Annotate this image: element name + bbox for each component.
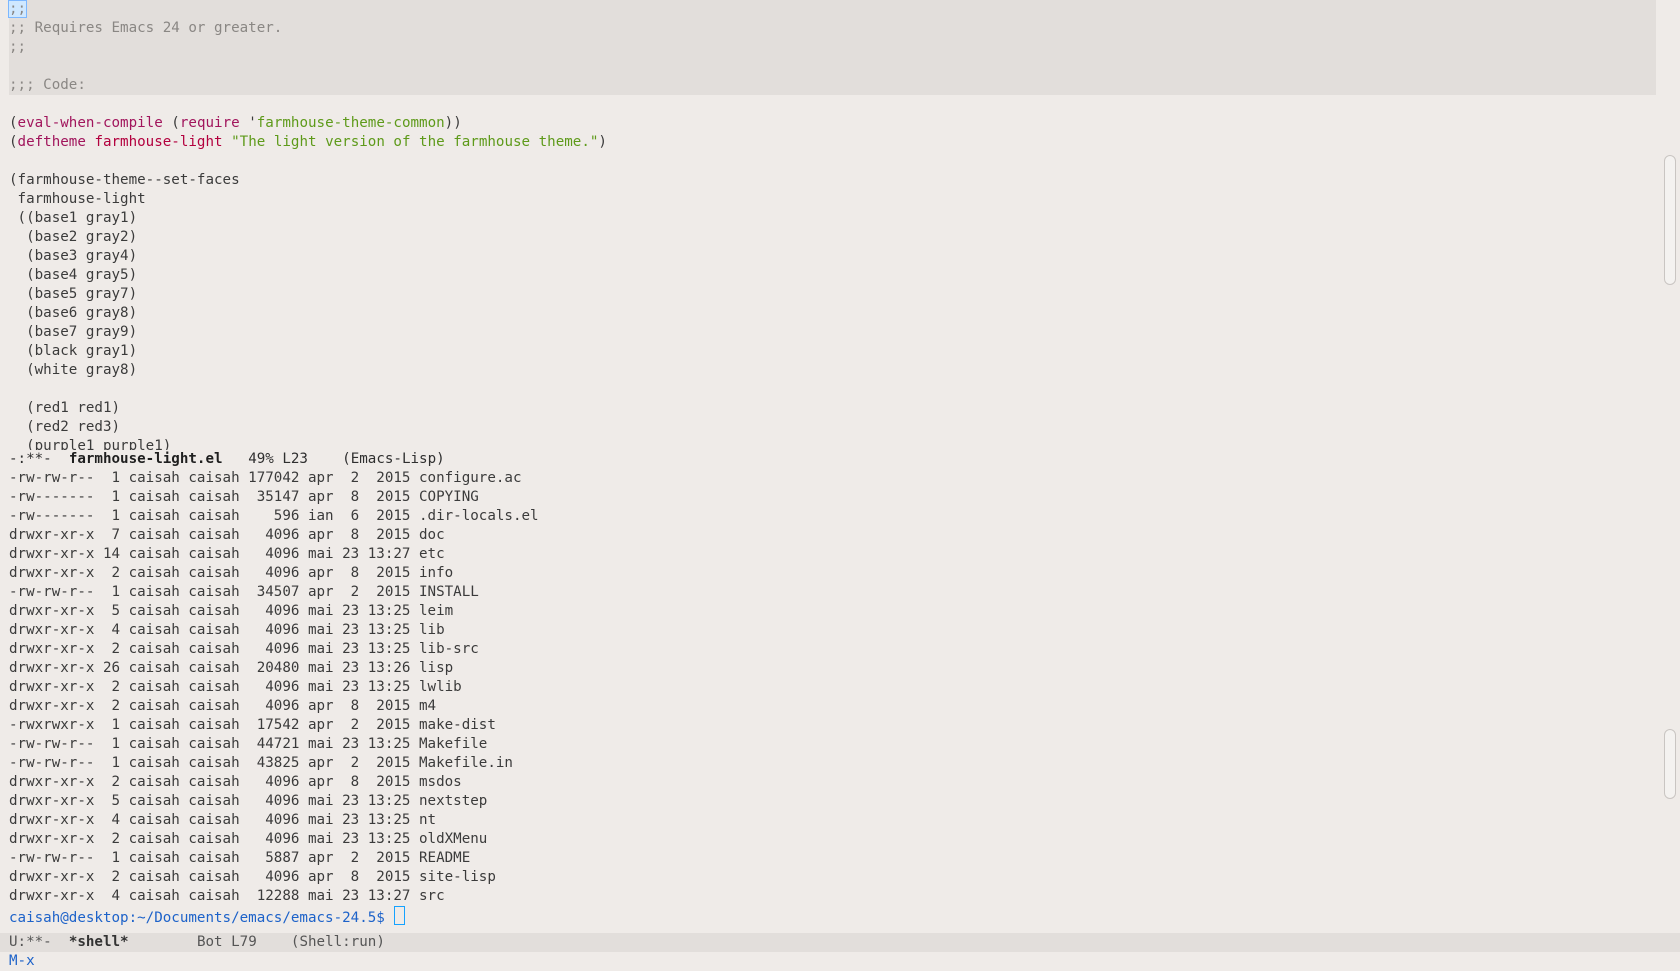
buffer-name[interactable]: farmhouse-light.el [69, 451, 223, 467]
code-block-faces: (farmhouse-theme--set-faces farmhouse-li… [0, 171, 1662, 450]
code-line-eval-when-compile: (eval-when-compile (require 'farmhouse-t… [0, 114, 1662, 133]
paren: ) [598, 134, 607, 150]
string-token: "The light version of the farmhouse them… [231, 134, 599, 150]
echo-area[interactable]: M-x [0, 952, 1680, 971]
buffer-name[interactable]: *shell* [69, 934, 129, 950]
buffer-status: U:**- [9, 934, 52, 950]
code-line: ;; [9, 39, 27, 55]
code-line: (base4 gray5) [9, 267, 138, 283]
code-line: (white gray8) [9, 362, 138, 378]
listing-row: -rw-rw-r-- 1 caisah caisah 34507 apr 2 2… [9, 584, 479, 600]
listing-row: drwxr-xr-x 2 caisah caisah 4096 apr 8 20… [9, 774, 462, 790]
code-line: (red1 red1) [9, 400, 121, 416]
shell-pane[interactable]: -rw-rw-r-- 1 caisah caisah 177042 apr 2 … [0, 469, 1662, 933]
listing-row: -rw-rw-r-- 1 caisah caisah 177042 apr 2 … [9, 470, 522, 486]
code-line: (base2 gray2) [9, 229, 138, 245]
paren: ( [9, 115, 18, 131]
listing-row: drwxr-xr-x 2 caisah caisah 4096 mai 23 1… [9, 831, 488, 847]
scrollbar-top[interactable] [1664, 0, 1676, 450]
paren: ( [162, 115, 180, 131]
code-line: (farmhouse-theme--set-faces [9, 172, 240, 188]
major-mode[interactable]: (Emacs-Lisp) [342, 451, 445, 467]
shell-prompt: caisah@desktop:~/Documents/emacs/emacs-2… [9, 910, 394, 926]
listing-row: drwxr-xr-x 5 caisah caisah 4096 mai 23 1… [9, 793, 488, 809]
theme-name-token: farmhouse-light [94, 134, 223, 150]
code-line: (purple1 purple1) [9, 438, 172, 450]
listing-row: -rw-rw-r-- 1 caisah caisah 44721 mai 23 … [9, 736, 488, 752]
listing-row: -rw-rw-r-- 1 caisah caisah 5887 apr 2 20… [9, 850, 471, 866]
listing-row: drwxr-xr-x 2 caisah caisah 4096 apr 8 20… [9, 869, 496, 885]
quote: ' [239, 115, 257, 131]
code-line: (black gray1) [9, 343, 138, 359]
listing-row: drwxr-xr-x 14 caisah caisah 4096 mai 23 … [9, 546, 445, 562]
code-line: (red2 red3) [9, 419, 121, 435]
code-line: ((base1 gray1) [9, 210, 138, 226]
listing-row: drwxr-xr-x 4 caisah caisah 12288 mai 23 … [9, 888, 445, 904]
code-line: (base6 gray8) [9, 305, 138, 321]
comment-block: ;; ;; Requires Emacs 24 or greater. ;; ;… [7, 0, 1656, 95]
code-line: (base3 gray4) [9, 248, 138, 264]
listing-row: drwxr-xr-x 4 caisah caisah 4096 mai 23 1… [9, 812, 437, 828]
buffer-position: Bot L79 [196, 934, 257, 950]
listing-row: drwxr-xr-x 26 caisah caisah 20480 mai 23… [9, 660, 454, 676]
code-line: (base7 gray9) [9, 324, 138, 340]
shell-prompt-line[interactable]: caisah@desktop:~/Documents/emacs/emacs-2… [0, 906, 1662, 926]
scrollbar-thumb-top[interactable] [1664, 155, 1676, 285]
code-line: ;; Requires Emacs 24 or greater. [9, 20, 283, 36]
listing-row: drwxr-xr-x 2 caisah caisah 4096 apr 8 20… [9, 698, 437, 714]
listing-row: drwxr-xr-x 2 caisah caisah 4096 mai 23 1… [9, 679, 462, 695]
scrollbar-thumb-bottom[interactable] [1664, 729, 1676, 799]
listing-row: drwxr-xr-x 4 caisah caisah 4096 mai 23 1… [9, 622, 445, 638]
terminal-cursor[interactable] [394, 906, 406, 925]
code-line: ;; [7, 0, 1656, 19]
buffer-status: -:**- [9, 451, 52, 467]
listing-row: drwxr-xr-x 2 caisah caisah 4096 apr 8 20… [9, 565, 454, 581]
listing-row: -rw-rw-r-- 1 caisah caisah 43825 apr 2 2… [9, 755, 513, 771]
paren: ( [9, 134, 18, 150]
scrollbar-bottom[interactable] [1664, 469, 1676, 933]
code-line: farmhouse-light [9, 191, 146, 207]
editor-pane-top[interactable]: ;; ;; Requires Emacs 24 or greater. ;; ;… [0, 0, 1662, 450]
symbol-token: farmhouse-theme-common [256, 115, 445, 131]
paren: )) [444, 115, 462, 131]
mode-line-inactive[interactable]: U:**- *shell* Bot L79 (Shell:run) [0, 933, 1680, 952]
major-mode[interactable]: (Shell:run) [291, 934, 385, 950]
listing-row: -rw------- 1 caisah caisah 35147 apr 8 2… [9, 489, 479, 505]
listing-row: drwxr-xr-x 2 caisah caisah 4096 mai 23 1… [9, 641, 479, 657]
code-line: ;;; Code: [9, 77, 86, 93]
keyword-token: deftheme [17, 134, 86, 150]
minibuffer-prompt: M-x [9, 953, 35, 969]
keyword-token: require [179, 115, 240, 131]
mode-line-active[interactable]: -:**- farmhouse-light.el 49% L23 (Emacs-… [0, 450, 1680, 469]
keyword-token: eval-when-compile [17, 115, 163, 131]
text-cursor: ;; [7, 0, 28, 18]
code-line: (base5 gray7) [9, 286, 138, 302]
buffer-position: 49% L23 [248, 451, 308, 467]
listing-row: drwxr-xr-x 7 caisah caisah 4096 apr 8 20… [9, 527, 445, 543]
listing-row: -rwxrwxr-x 1 caisah caisah 17542 apr 2 2… [9, 717, 496, 733]
listing-row: drwxr-xr-x 5 caisah caisah 4096 mai 23 1… [9, 603, 454, 619]
code-line-deftheme: (deftheme farmhouse-light "The light ver… [0, 133, 1662, 152]
listing-row: -rw------- 1 caisah caisah 596 ian 6 201… [9, 508, 539, 524]
